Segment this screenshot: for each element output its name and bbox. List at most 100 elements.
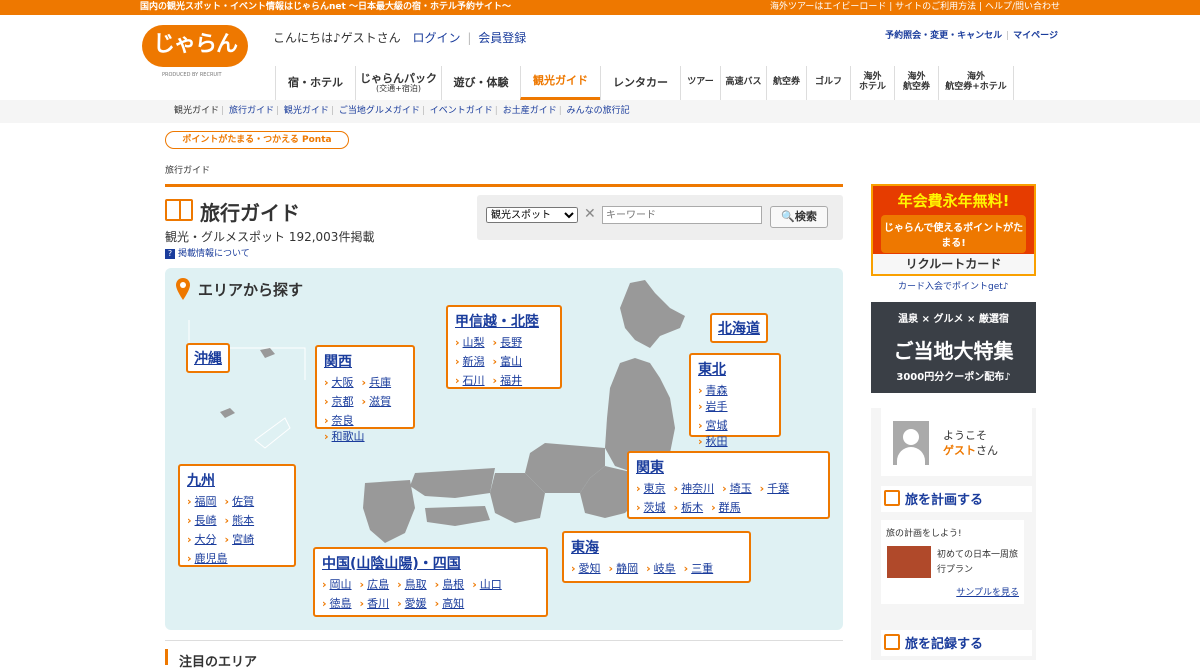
gotouchi-ad[interactable]: 温泉 × グルメ × 厳選宿 ご当地大特集 3000円分クーポン配布♪ xyxy=(871,302,1036,393)
region-name-hokkaido[interactable]: 北海道 xyxy=(718,321,760,337)
search-button[interactable]: 🔍検索 xyxy=(770,206,828,228)
pref-link[interactable]: 宮崎 xyxy=(225,533,254,546)
region-name-kyushu[interactable]: 九州 xyxy=(187,470,287,490)
ponta-banner[interactable]: ポイントがたまる・つかえる Ponta xyxy=(165,131,349,149)
pref-link[interactable]: 山口 xyxy=(472,578,502,591)
pref-link[interactable]: 静岡 xyxy=(609,562,638,575)
plan-thumbnail[interactable] xyxy=(887,546,931,578)
pref-link[interactable]: 島根 xyxy=(435,578,464,591)
pref-link[interactable]: 大阪 xyxy=(324,376,354,389)
pref-link[interactable]: 新潟 xyxy=(455,355,485,368)
pref-link[interactable]: 鹿児島 xyxy=(187,552,228,565)
plan-item[interactable]: 初めての日本一周旅行プラン xyxy=(937,548,1019,578)
pref-link[interactable]: 山梨 xyxy=(455,336,485,349)
chugoku-land xyxy=(410,468,495,498)
pref-link[interactable]: 愛知 xyxy=(571,562,601,575)
pref-link[interactable]: 青森 xyxy=(698,384,728,397)
region-name-kansai[interactable]: 関西 xyxy=(324,351,406,371)
pref-link[interactable]: 秋田 xyxy=(698,435,728,448)
subnav-travelogue[interactable]: みんなの旅行記 xyxy=(567,106,630,116)
pref-link[interactable]: 千葉 xyxy=(760,482,789,495)
pref-link[interactable]: 東京 xyxy=(636,482,666,495)
info-link[interactable]: ? 掲載情報について xyxy=(165,246,250,259)
subnav-souvenir[interactable]: お土産ガイド xyxy=(503,106,557,116)
pref-link[interactable]: 茨城 xyxy=(636,501,666,514)
topbar-link-help[interactable]: ヘルプ/問い合わせ xyxy=(985,2,1060,12)
nav-bus[interactable]: 高速バス xyxy=(720,66,766,100)
recruit-card-ad[interactable]: 年会費永年無料! じゃらんで使えるポイントがたまる! リクルートカード xyxy=(871,184,1036,276)
pref-link[interactable]: 愛媛 xyxy=(397,597,427,610)
jalan-logo[interactable]: じゃらん xyxy=(142,25,248,67)
pref-link[interactable]: 岐阜 xyxy=(646,562,676,575)
pref-link[interactable]: 群馬 xyxy=(711,501,741,514)
region-name-okinawa[interactable]: 沖縄 xyxy=(194,351,222,367)
nav-overseas-air[interactable]: 海外 航空券 xyxy=(894,66,938,100)
pref-link[interactable]: 三重 xyxy=(684,562,713,575)
pref-link[interactable]: 埼玉 xyxy=(722,482,752,495)
topbar-links: 海外ツアーはエイビーロード | サイトのご利用方法 | ヘルプ/問い合わせ xyxy=(769,2,1060,12)
nav-hotel[interactable]: 宿・ホテル xyxy=(275,66,355,100)
nav-overseas-hotel[interactable]: 海外 ホテル xyxy=(850,66,894,100)
region-name-chugoku[interactable]: 中国(山陰山陽)・四国 xyxy=(322,553,539,573)
breadcrumb: 旅行ガイド xyxy=(165,166,211,176)
region-name-koshinetsu[interactable]: 甲信越・北陸 xyxy=(455,311,553,331)
greeting-bar: こんにちは♪ゲストさん ログイン | 会員登録 xyxy=(273,31,527,45)
nav-golf[interactable]: ゴルフ xyxy=(806,66,850,100)
plan-trip-link[interactable]: 旅を計画する xyxy=(881,486,1032,512)
mypage-link[interactable]: マイページ xyxy=(1013,31,1058,41)
nav-rentacar[interactable]: レンタカー xyxy=(600,66,680,100)
region-name-tohoku[interactable]: 東北 xyxy=(698,359,772,379)
pref-link[interactable]: 香川 xyxy=(360,597,389,610)
sub-nav: 観光ガイド | 旅行ガイド | 観光ガイド | ご当地グルメガイド | イベントガイド |… xyxy=(0,100,1200,123)
reservation-link[interactable]: 予約照会・変更・キャンセル xyxy=(885,31,1002,41)
pref-link[interactable]: 宮城 xyxy=(698,419,728,432)
pref-link[interactable]: 福井 xyxy=(493,374,522,387)
subnav-kanko[interactable]: 観光ガイド xyxy=(174,106,219,116)
topbar-link-abroad[interactable]: 海外ツアーはエイビーロード xyxy=(770,2,886,12)
region-hokkaido[interactable]: 北海道 xyxy=(710,313,768,343)
pref-link[interactable]: 兵庫 xyxy=(362,376,391,389)
login-link[interactable]: ログイン xyxy=(413,31,461,45)
region-name-kanto[interactable]: 関東 xyxy=(636,457,821,477)
pref-link[interactable]: 岩手 xyxy=(698,400,728,413)
pref-link[interactable]: 和歌山 xyxy=(324,430,365,443)
pref-link[interactable]: 奈良 xyxy=(324,414,354,427)
region-okinawa[interactable]: 沖縄 xyxy=(186,343,230,373)
card-caption-link[interactable]: カード入会でポイントget♪ xyxy=(898,279,1009,292)
pref-link[interactable]: 佐賀 xyxy=(225,495,254,508)
keyword-input[interactable] xyxy=(602,206,762,224)
nav-jalan-pack[interactable]: じゃらんパック (交通+宿泊) xyxy=(355,66,441,100)
pref-link[interactable]: 高知 xyxy=(435,597,464,610)
pref-link[interactable]: 石川 xyxy=(455,374,485,387)
region-name-tokai[interactable]: 東海 xyxy=(571,537,742,557)
pref-link[interactable]: 富山 xyxy=(493,355,522,368)
pref-link[interactable]: 長崎 xyxy=(187,514,217,527)
pref-link[interactable]: 福岡 xyxy=(187,495,217,508)
pref-link[interactable]: 広島 xyxy=(360,578,389,591)
pref-link[interactable]: 鳥取 xyxy=(397,578,427,591)
pref-link[interactable]: 栃木 xyxy=(674,501,703,514)
subnav-event[interactable]: イベントガイド xyxy=(430,106,493,116)
pref-link[interactable]: 徳島 xyxy=(322,597,352,610)
nav-kanko-guide[interactable]: 観光ガイド xyxy=(520,66,600,100)
nav-tour[interactable]: ツアー xyxy=(680,66,720,100)
pref-link[interactable]: 滋賀 xyxy=(362,395,391,408)
pref-link[interactable]: 大分 xyxy=(187,533,217,546)
record-trip-link[interactable]: 旅を記録する xyxy=(881,630,1032,656)
register-link[interactable]: 会員登録 xyxy=(478,31,526,45)
subnav-travel[interactable]: 旅行ガイド xyxy=(229,106,274,116)
nav-air[interactable]: 航空券 xyxy=(766,66,806,100)
nav-overseas-air-hotel[interactable]: 海外 航空券+ホテル xyxy=(938,66,1014,100)
category-select[interactable]: 観光スポット xyxy=(486,207,578,223)
subnav-kanko2[interactable]: 観光ガイド xyxy=(284,106,329,116)
subnav-gourmet[interactable]: ご当地グルメガイド xyxy=(339,106,420,116)
featured-area-heading: 注目のエリア xyxy=(165,640,843,670)
pref-link[interactable]: 長野 xyxy=(493,336,522,349)
nav-activity[interactable]: 遊び・体験 xyxy=(441,66,520,100)
topbar-link-usage[interactable]: サイトのご利用方法 xyxy=(895,2,976,12)
pref-link[interactable]: 神奈川 xyxy=(674,482,714,495)
pref-link[interactable]: 岡山 xyxy=(322,578,352,591)
pref-link[interactable]: 熊本 xyxy=(225,514,254,527)
sample-link[interactable]: サンプルを見る xyxy=(956,585,1019,598)
pref-link[interactable]: 京都 xyxy=(324,395,354,408)
